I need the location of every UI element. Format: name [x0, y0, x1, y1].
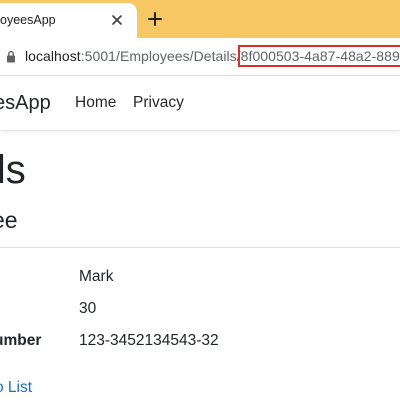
app-navbar: esApp Home Privacy [0, 76, 400, 131]
page-title: ils [0, 148, 26, 192]
tab-title: oyeesApp [0, 13, 56, 27]
back-to-list-link[interactable]: o List [0, 379, 32, 397]
navbar-brand[interactable]: esApp [0, 92, 51, 115]
nav-link-privacy[interactable]: Privacy [133, 94, 184, 112]
url-text[interactable]: localhost:5001/Employees/Details/8f00050… [25, 45, 400, 67]
section-subtitle: ee [0, 207, 18, 233]
url-path: :5001/Employees/Details/ [80, 48, 241, 64]
nav-link-home[interactable]: Home [75, 94, 116, 112]
detail-label-number: umber [0, 332, 42, 349]
url-host: localhost [25, 48, 81, 64]
url-id-highlight: 8f000503-4a87-48a2-889c [237, 45, 400, 67]
divider [0, 247, 400, 248]
plus-icon[interactable] [147, 11, 163, 27]
detail-value-number: 123-3452134543-32 [79, 332, 219, 349]
address-bar[interactable]: localhost:5001/Employees/Details/8f00050… [0, 38, 400, 76]
lock-icon[interactable] [6, 50, 16, 63]
close-icon[interactable] [110, 13, 124, 27]
browser-tab[interactable]: oyeesApp [0, 3, 137, 38]
detail-value-name: Mark [79, 268, 114, 285]
detail-value-age: 30 [79, 300, 97, 317]
browser-tabstrip: oyeesApp [0, 0, 400, 38]
